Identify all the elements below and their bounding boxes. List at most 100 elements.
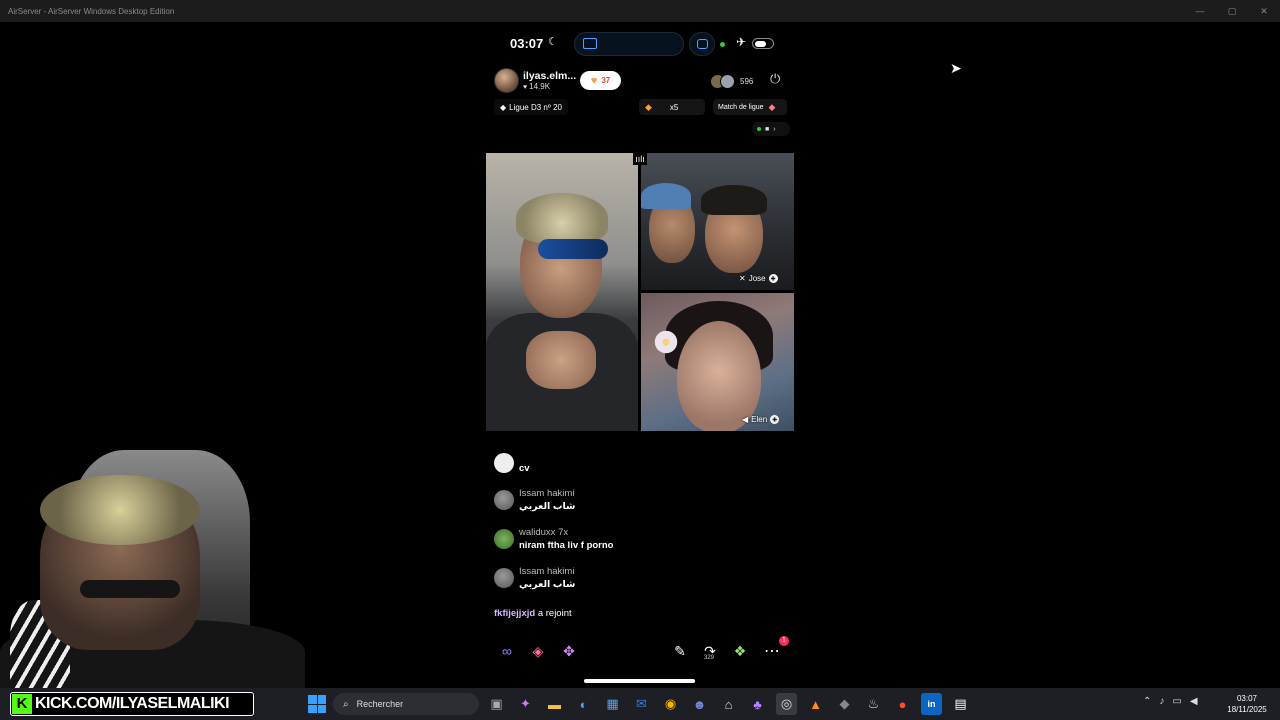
minimize-button[interactable]: — [1184,0,1216,22]
host-header: ilyas.elm... ♥ 14.9K ♥ 37 596 ⏻ [494,68,786,94]
guest-video-tile-jose[interactable]: ✕ Jose + [641,153,794,290]
host-name[interactable]: ilyas.elm... [523,70,576,82]
game-controller-icon[interactable]: ♣ [747,693,768,715]
chat-username: Issam hakimi [519,566,575,577]
chat-message[interactable]: cv [494,451,774,485]
home-indicator[interactable] [584,679,695,683]
grid-divider [638,153,641,431]
network-icon[interactable]: ▭ [1172,696,1181,707]
chat-message[interactable]: Issam hakimi شاب العربي [494,488,774,522]
link-icon[interactable]: ∞ [495,639,519,663]
mirror-icon [697,39,708,49]
mouse-cursor-icon: ➤ [950,60,962,76]
speaker-icon: ◀ [742,414,749,424]
multi-guest-grid: ✕ Jose + ◀ Elen + ıılı [486,153,794,431]
start-logo-tile [308,695,317,704]
windows-start-button[interactable] [308,695,326,713]
host-avatar[interactable] [494,68,519,93]
chat-username: waliduxx 7x [519,527,569,538]
video-cap [641,183,691,209]
taskbar-search[interactable]: ⌕ Rechercher [333,693,479,715]
ios-status-bar: 03:07 ☾ ✈ [486,32,794,56]
gift-icon[interactable]: ❖ [728,639,752,663]
clock-time: 03:07 [1236,694,1258,703]
obs-icon[interactable]: ◎ [776,693,797,715]
start-logo-tile [317,704,326,713]
camera-indicator-dot [720,42,725,47]
epic-games-icon[interactable]: ▤ [950,693,971,715]
chat-message[interactable]: Issam hakimi شاب العربي [494,566,774,600]
close-button[interactable]: ✕ [1248,0,1280,22]
outlook-icon[interactable]: ✉ [631,693,652,715]
chat-message[interactable]: waliduxx 7x niram ftha liv f porno [494,527,774,561]
guest-name: Elen [751,414,768,424]
screen-record-pill[interactable] [689,32,715,56]
vlc-icon[interactable]: ▲ [805,693,826,715]
gift-icon: ◆ [645,101,652,112]
guest-tag-jose[interactable]: ✕ Jose + [739,272,778,284]
airplay-icon [583,38,597,49]
join-action: a rejoint [537,608,572,619]
window-controls: — ▢ ✕ [1184,0,1280,22]
taskbar-apps: ▣ ✦ ▬ ◐ ▦ ✉ ◉ ☻ ⌂ ♣ ◎ ▲ ◆ ♨ ● in ▤ [486,693,971,715]
media-icon[interactable]: ⌂ [718,693,739,715]
comment-icon[interactable]: ✎ [668,639,692,663]
viewer-count: 596 [740,76,754,86]
chevron-up-icon[interactable]: ⌃ [1143,696,1151,707]
host-likes-value: 14.9K [529,82,551,91]
file-explorer-icon[interactable]: ▬ [544,693,565,715]
status-time: 03:07 [510,36,544,51]
live-dot [757,127,761,131]
join-notice: fkfijejjxjd a rejoint [494,608,572,619]
gem-icon: ◆ [768,101,776,112]
battery-icon [752,38,774,49]
live-bottom-bar: ∞ ◈ ✥ ✎ ↷ 329 ❖ ⋯ 1 [486,636,794,666]
volume-icon[interactable]: ◀ [1190,696,1198,707]
viewer-list[interactable]: 596 [710,73,753,89]
league-badge[interactable]: ◆ Ligue D3 nº 20 [494,99,568,115]
camera-controls[interactable]: ■ › [752,122,790,136]
share-count: 329 [704,655,715,661]
mute-icon: ✕ [739,273,746,283]
chat-avatar [494,490,514,510]
taskbar-clock[interactable]: 03:07 18/11/2025 [1224,693,1270,715]
edge-icon[interactable]: ◐ [573,693,594,715]
webcam-sunglasses [80,580,180,598]
features-icon[interactable]: ✥ [557,639,581,663]
phone-screen: 03:07 ☾ ✈ ilyas.elm... ♥ 14.9K ♥ 37 596 ⏻… [486,22,794,688]
microphone-icon[interactable]: ♪ [1159,696,1164,707]
discord-icon[interactable]: ☻ [689,693,710,715]
boost-multiplier: x5 [669,102,679,112]
host-video-tile[interactable] [486,153,638,431]
match-badge[interactable]: Match de ligue ◆ [713,99,787,115]
kick-banner: K KICK.COM/ILYASELMALIKI [10,692,254,716]
notification-badge: 1 [779,636,789,646]
store-icon[interactable]: ▦ [602,693,623,715]
webcam-hair [40,475,200,545]
chat-text: شاب العربي [519,501,576,512]
guest-video-tile-elen[interactable]: ◀ Elen + [641,293,794,431]
window-titlebar: AirServer - AirServer Windows Desktop Ed… [0,0,1280,22]
league-label: Ligue D3 nº 20 [509,102,562,112]
maximize-button[interactable]: ▢ [1216,0,1248,22]
steam-icon[interactable]: ♨ [863,693,884,715]
copilot-icon[interactable]: ✦ [515,693,536,715]
screen-mirroring-pill[interactable] [574,32,684,56]
guest-name: Jose [748,273,766,283]
chrome-icon[interactable]: ◉ [660,693,681,715]
chat-avatar [494,453,514,473]
power-icon[interactable]: ⏻ [770,72,784,86]
chat-text: شاب العربي [519,579,576,590]
guest-tag-elen[interactable]: ◀ Elen + [742,413,780,425]
match-label: Match de ligue [718,103,764,111]
boost-badge[interactable]: ◆ x5 [639,99,705,115]
match-icon[interactable]: ◈ [526,639,550,663]
chat-username: Issam hakimi [519,488,575,499]
chat-avatar [494,529,514,549]
follow-button[interactable]: ♥ 37 [580,71,621,90]
task-view-icon[interactable]: ▣ [486,693,507,715]
linkedin-icon[interactable]: in [921,693,942,715]
app-dark-icon[interactable]: ◆ [834,693,855,715]
heart-icon: ♥ [523,84,528,91]
app-red-icon[interactable]: ● [892,693,913,715]
